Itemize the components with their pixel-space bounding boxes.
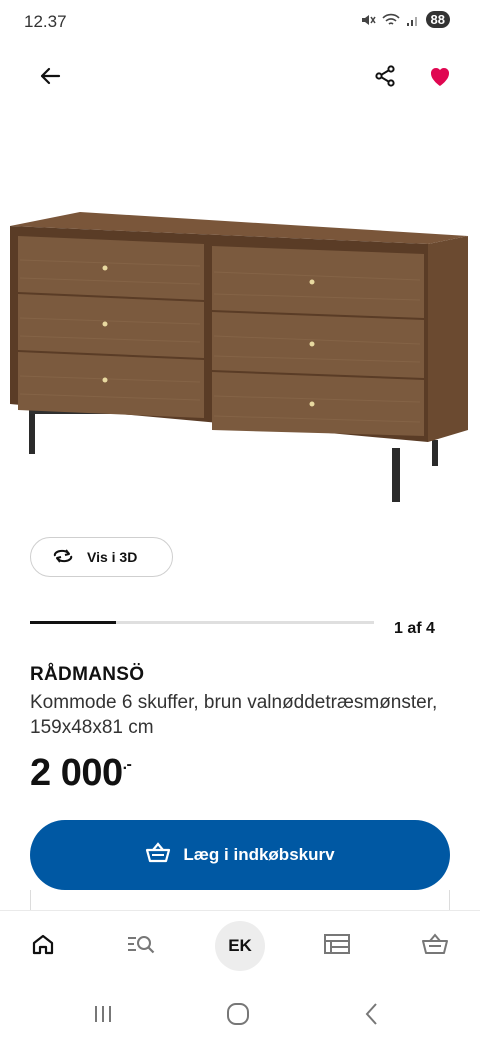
back-system-button[interactable] [352,996,392,1036]
product-image[interactable] [0,190,480,520]
basket-icon [145,841,171,869]
top-bar [0,58,480,98]
chevron-left-icon [363,1002,381,1031]
status-bar: 12.37 88 [0,0,480,44]
heart-icon [428,65,452,92]
wifi-icon [381,12,400,28]
store-icon [323,932,351,961]
home-icon [31,932,55,961]
product-name: RÅDMANSÖ [30,664,145,685]
gallery-progress-fill [30,621,116,624]
search-icon [126,932,156,961]
dresser-illustration [10,212,468,502]
add-to-cart-button[interactable]: Læg i indkøbskurv [30,820,450,890]
rotate-3d-icon [51,546,75,569]
battery-indicator: 88 [425,11,450,28]
gallery-counter: 1 af 4 [394,620,435,637]
nav-store[interactable] [312,921,362,971]
price-suffix: .- [122,756,132,773]
share-icon [373,64,397,93]
nav-home[interactable] [18,921,68,971]
nav-search[interactable] [116,921,166,971]
status-time: 12.37 [24,12,67,31]
home-circle-icon [226,1002,250,1031]
recent-apps-button[interactable] [83,996,123,1036]
view-3d-button[interactable]: Vis i 3D [30,537,173,577]
status-icons: 88 [360,11,450,28]
price-main: 2 000 [30,752,123,794]
arrow-left-icon [38,64,62,93]
system-nav [0,986,480,1040]
home-system-button[interactable] [218,996,258,1036]
nav-basket[interactable] [410,921,460,971]
mute-icon [360,12,376,28]
favourite-button[interactable] [420,58,460,98]
basket-icon [421,932,449,961]
view-3d-label: Vis i 3D [87,549,138,565]
add-to-cart-label: Læg i indkøbskurv [183,845,335,864]
bottom-nav: EK [0,910,480,986]
account-avatar: EK [215,921,265,971]
gallery-progress [30,621,374,624]
nav-account[interactable]: EK [215,921,265,971]
share-button[interactable] [365,58,405,98]
recent-apps-icon [92,1004,114,1029]
signal-icon [406,13,420,27]
price: 2 000.- [30,752,132,795]
product-description: Kommode 6 skuffer, brun valnøddetræsmøns… [30,692,438,738]
back-button[interactable] [30,58,70,98]
